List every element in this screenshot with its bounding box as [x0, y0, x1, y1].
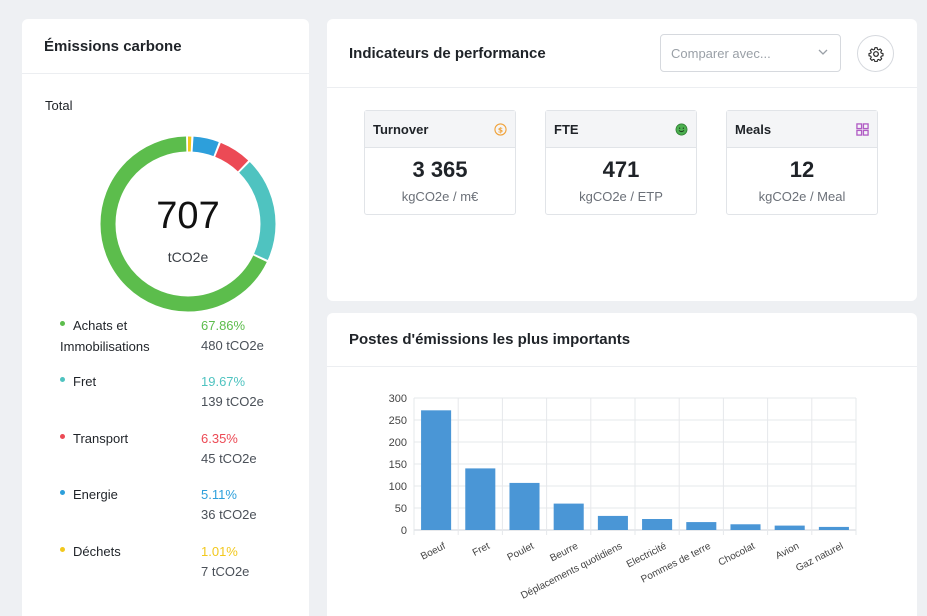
x-tick-label: Chocolat: [717, 541, 757, 569]
x-tick-label: Avion: [774, 541, 801, 562]
legend-amount: 480 tCO2e: [201, 338, 264, 353]
y-tick-label: 50: [395, 503, 407, 515]
chevron-down-icon: [818, 49, 828, 55]
total-value: 707: [156, 195, 220, 237]
settings-button[interactable]: [857, 35, 894, 72]
legend-percent: 19.67%: [201, 374, 246, 389]
emissions-donut-chart: 707 tCO2e: [97, 133, 279, 315]
kpi-label: Meals: [735, 121, 772, 137]
legend-percent: 67.86%: [201, 318, 246, 333]
svg-text:$: $: [498, 125, 503, 134]
kpi-value: 3 365: [412, 157, 468, 182]
performance-title: Indicateurs de performance: [349, 44, 546, 62]
top-emissions-card-header: Postes d'émissions les plus importants: [327, 313, 917, 367]
gear-icon: [867, 46, 884, 62]
y-tick-label: 100: [389, 481, 407, 493]
bar[interactable]: [553, 503, 584, 530]
legend-amount: 7 tCO2e: [201, 564, 250, 579]
bar[interactable]: [730, 524, 761, 530]
bar[interactable]: [421, 410, 452, 530]
bar[interactable]: [509, 482, 540, 530]
y-tick-label: 300: [389, 393, 407, 405]
legend-amount: 45 tCO2e: [201, 451, 257, 466]
y-tick-label: 250: [389, 415, 407, 427]
kpi-card-turnover: Turnover $ 3 365 kgCO2e / m€: [364, 110, 516, 215]
kpi-value: 12: [789, 157, 815, 182]
bar[interactable]: [774, 525, 805, 530]
x-tick-label: Fret: [471, 541, 492, 559]
kpi-value: 471: [602, 157, 640, 182]
top-emissions-bar-chart: 0 50 100 150 200 250 300 Boeuf Fret Poulet Beurre D…: [327, 367, 917, 616]
kpi-unit: kgCO2e / ETP: [579, 189, 663, 204]
x-tick-label: Poulet: [506, 541, 536, 564]
kpi-unit: kgCO2e / m€: [401, 189, 479, 204]
top-emissions-card: Postes d'émissions les plus importants 0…: [327, 313, 917, 616]
bar[interactable]: [465, 468, 496, 530]
kpi-card-fte: FTE 471 kgCO2e / ETP: [545, 110, 697, 215]
emissions-card-header: Émissions carbone: [22, 19, 309, 74]
x-tick-label: Gaz naturel: [794, 541, 845, 574]
legend-name: Achats et Immobilisations: [60, 318, 150, 354]
legend-name: Transport: [73, 431, 129, 446]
dollar-coin-icon: $: [494, 123, 507, 136]
emissions-card: Émissions carbone Total 707 tCO2e Achats…: [22, 19, 309, 616]
performance-card: Indicateurs de performance Comparer avec…: [327, 19, 917, 301]
kpi-label: FTE: [554, 121, 579, 137]
compare-placeholder: Comparer avec...: [671, 45, 771, 61]
legend-percent: 1.01%: [201, 544, 238, 559]
legend-percent: 5.11%: [201, 487, 237, 502]
legend-amount: 36 tCO2e: [201, 507, 257, 522]
x-tick-label: Beurre: [548, 541, 580, 565]
y-tick-label: 150: [389, 459, 407, 471]
total-unit: tCO2e: [167, 249, 209, 265]
legend-percent: 6.35%: [201, 431, 238, 446]
legend-name: Déchets: [73, 544, 121, 559]
y-tick-label: 200: [389, 437, 407, 449]
compare-select[interactable]: Comparer avec...: [660, 34, 841, 72]
y-tick-label: 0: [401, 525, 407, 537]
kpi-label: Turnover: [373, 121, 429, 137]
kpi-card-meals: Meals 12 kgCO2e / Meal: [726, 110, 878, 215]
legend-name: Energie: [73, 487, 118, 502]
bar[interactable]: [597, 515, 628, 530]
legend-amount: 139 tCO2e: [201, 394, 264, 409]
bar[interactable]: [642, 519, 673, 530]
top-emissions-title: Postes d'émissions les plus importants: [349, 331, 631, 348]
bar[interactable]: [686, 522, 717, 530]
x-tick-label: Boeuf: [419, 541, 447, 563]
emissions-title: Émissions carbone: [44, 37, 182, 55]
bar[interactable]: [818, 526, 849, 530]
smiley-icon: [675, 123, 688, 136]
grid-icon: [856, 123, 869, 136]
total-label: Total: [45, 98, 73, 113]
legend-name: Fret: [73, 374, 97, 389]
kpi-unit: kgCO2e / Meal: [758, 189, 846, 204]
